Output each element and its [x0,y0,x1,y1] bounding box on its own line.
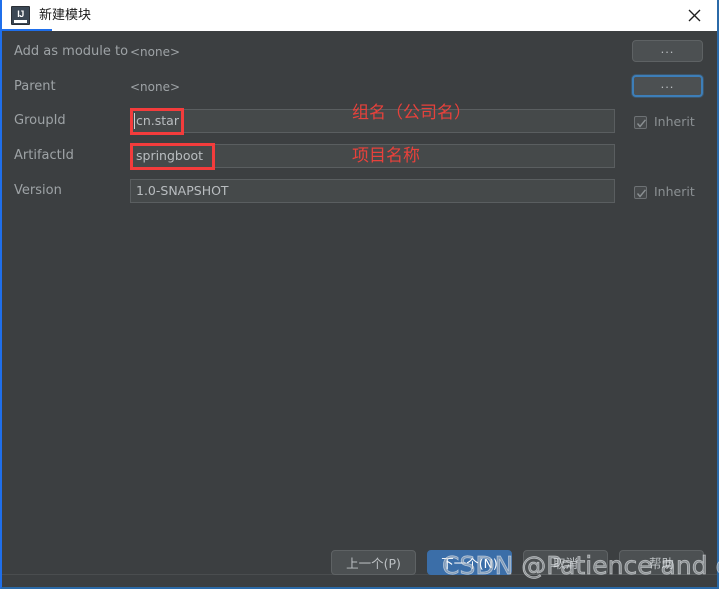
browse-button-parent[interactable]: ... [632,75,703,97]
row-add-as-module-to: Add as module to <none> [2,40,717,64]
dialog-body: Add as module to <none> Parent <none> Gr… [2,31,717,587]
annotation-text-groupid: 组名（公司名） [352,103,471,123]
groupid-value: cn.star [134,110,179,132]
next-button[interactable]: 下一个(N) [427,550,512,575]
inherit-checkbox-version[interactable]: Inherit [634,185,695,199]
value-parent: <none> [130,80,181,94]
intellij-idea-icon: IJ [11,6,30,25]
help-button[interactable]: 帮助 [619,550,704,575]
annotation-text-artifactid: 项目名称 [352,146,420,166]
checkbox-checked-icon [634,185,647,199]
inherit-checkbox-groupid[interactable]: Inherit [634,115,695,129]
row-version: Version 1.0-SNAPSHOT [2,179,717,203]
previous-button[interactable]: 上一个(P) [331,550,416,575]
cancel-button[interactable]: 取消 [523,550,608,575]
browse-button-label: ... [660,41,675,56]
checkbox-checked-icon [634,115,647,129]
inherit-label: Inherit [654,114,695,129]
version-input[interactable]: 1.0-SNAPSHOT [130,179,615,203]
browse-button-add-as-module-to[interactable]: ... [632,40,703,62]
label-version: Version [14,183,62,198]
close-icon[interactable] [671,0,717,31]
title-bar: IJ 新建模块 [2,0,717,31]
label-add-as-module-to: Add as module to [14,44,129,59]
label-groupid: GroupId [14,113,66,128]
label-artifactid: ArtifactId [14,148,74,163]
label-parent: Parent [14,79,56,94]
new-module-dialog: IJ 新建模块 Add as module to <none> Parent <… [0,0,719,589]
window-title: 新建模块 [39,8,92,23]
version-value: 1.0-SNAPSHOT [136,183,229,198]
value-add-as-module-to: <none> [130,45,181,59]
row-parent: Parent <none> [2,75,717,99]
artifactid-value: springboot [136,148,204,163]
browse-button-label: ... [660,76,675,91]
inherit-label: Inherit [654,184,695,199]
